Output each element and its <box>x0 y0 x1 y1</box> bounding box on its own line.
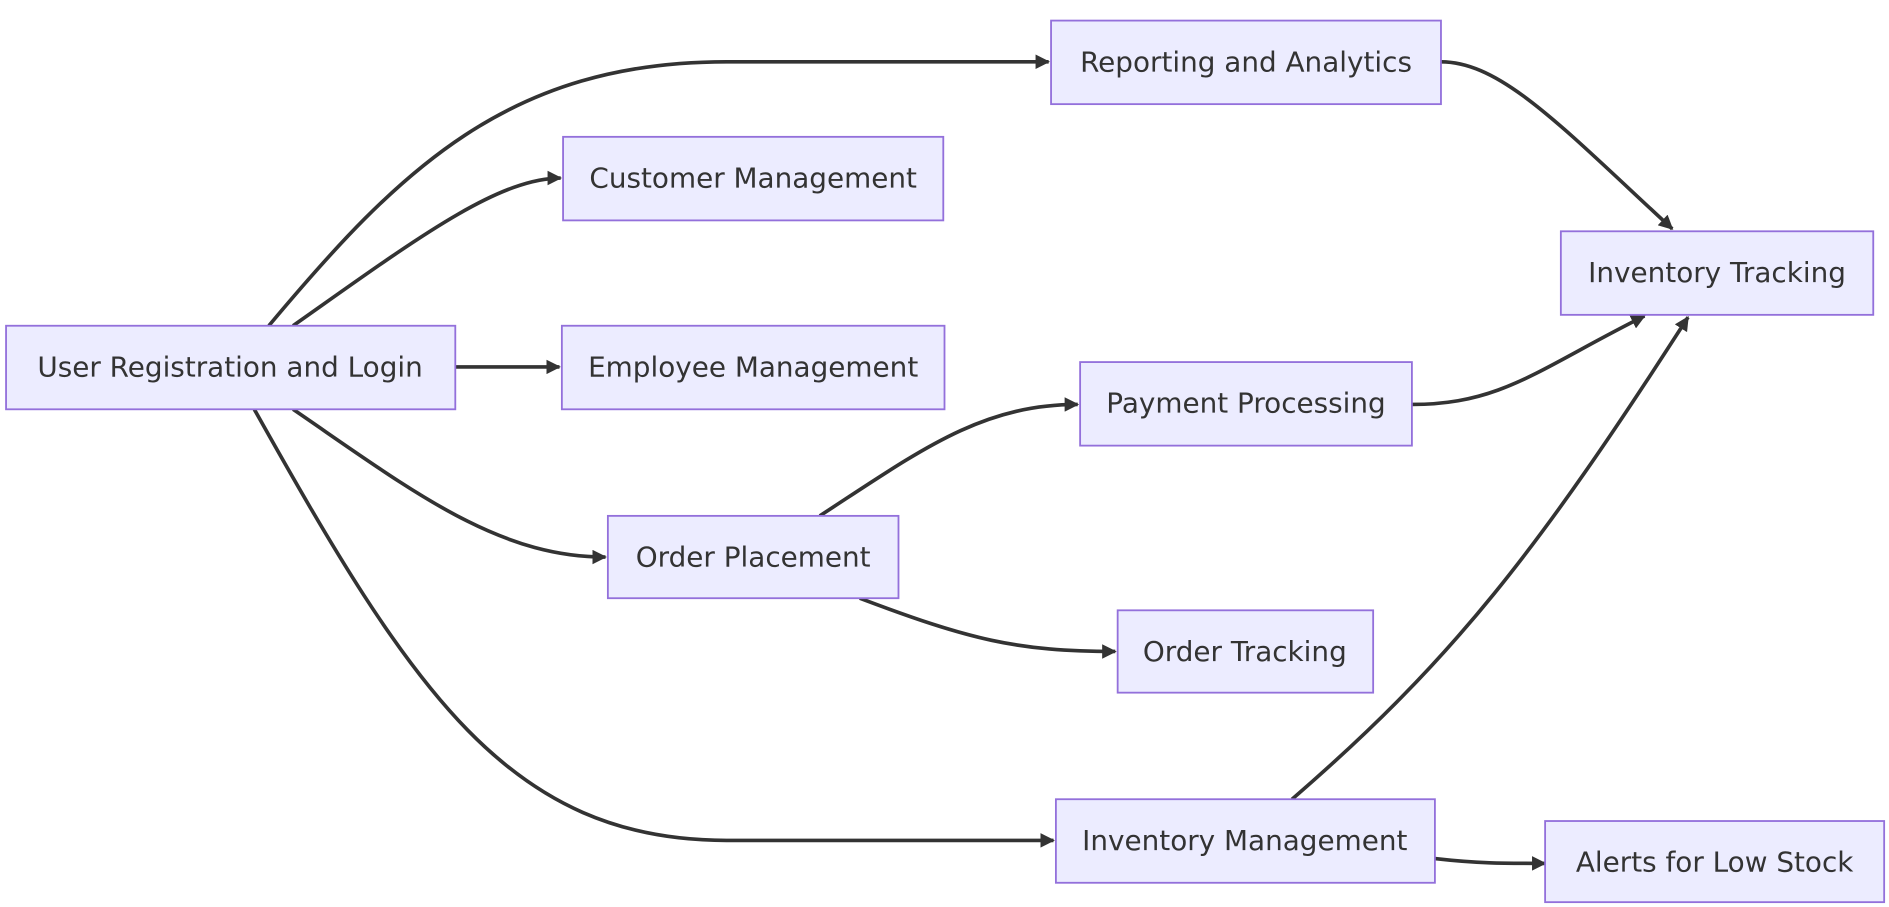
edge-reporting-inventory-tracking <box>1440 59 1674 231</box>
node-label: Inventory Tracking <box>1588 256 1846 289</box>
edge-payment-inventory-tracking <box>1411 314 1646 407</box>
node-label: Employee Management <box>588 350 918 383</box>
node-label: User Registration and Login <box>37 350 422 383</box>
edge-order-placement-order-tracking <box>859 596 1117 659</box>
node-employee[interactable]: Employee Management <box>560 324 946 411</box>
node-label: Reporting and Analytics <box>1080 45 1412 78</box>
edges <box>252 54 1690 871</box>
edge-inventory-management-alerts <box>1434 856 1547 871</box>
node-inventory-management[interactable]: Inventory Management <box>1054 798 1436 884</box>
node-label: Alerts for Low Stock <box>1576 846 1854 879</box>
flowchart: Reporting and Analytics Customer Managem… <box>5 19 1886 904</box>
node-label: Inventory Management <box>1082 824 1407 857</box>
node-label: Order Placement <box>636 541 871 574</box>
node-label: Order Tracking <box>1143 635 1347 668</box>
node-alerts[interactable]: Alerts for Low Stock <box>1544 820 1886 904</box>
node-customer[interactable]: Customer Management <box>562 135 945 222</box>
node-inventory-tracking[interactable]: Inventory Tracking <box>1559 230 1875 316</box>
node-login[interactable]: User Registration and Login <box>5 324 457 411</box>
node-order-placement[interactable]: Order Placement <box>606 514 900 600</box>
node-reporting[interactable]: Reporting and Analytics <box>1050 19 1442 106</box>
edge-login-order-placement <box>292 407 607 565</box>
node-payment[interactable]: Payment Processing <box>1079 361 1413 447</box>
edge-order-placement-payment <box>818 397 1080 518</box>
node-order-tracking[interactable]: Order Tracking <box>1116 609 1375 694</box>
node-label: Customer Management <box>589 162 917 195</box>
node-label: Payment Processing <box>1106 387 1385 420</box>
